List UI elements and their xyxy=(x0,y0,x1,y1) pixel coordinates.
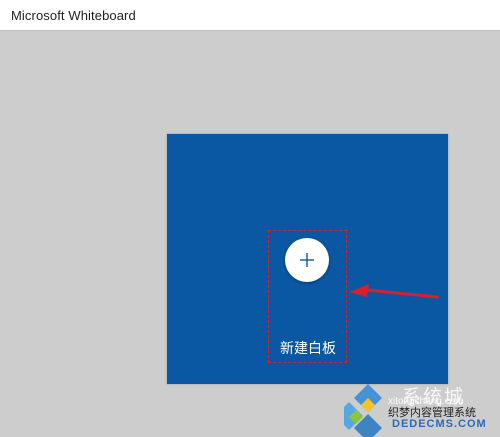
window-title: Microsoft Whiteboard xyxy=(11,8,136,23)
plus-icon xyxy=(300,253,314,267)
new-whiteboard-label: 新建白板 xyxy=(280,341,336,357)
new-whiteboard-button[interactable] xyxy=(285,238,329,282)
title-bar: Microsoft Whiteboard xyxy=(0,0,500,31)
